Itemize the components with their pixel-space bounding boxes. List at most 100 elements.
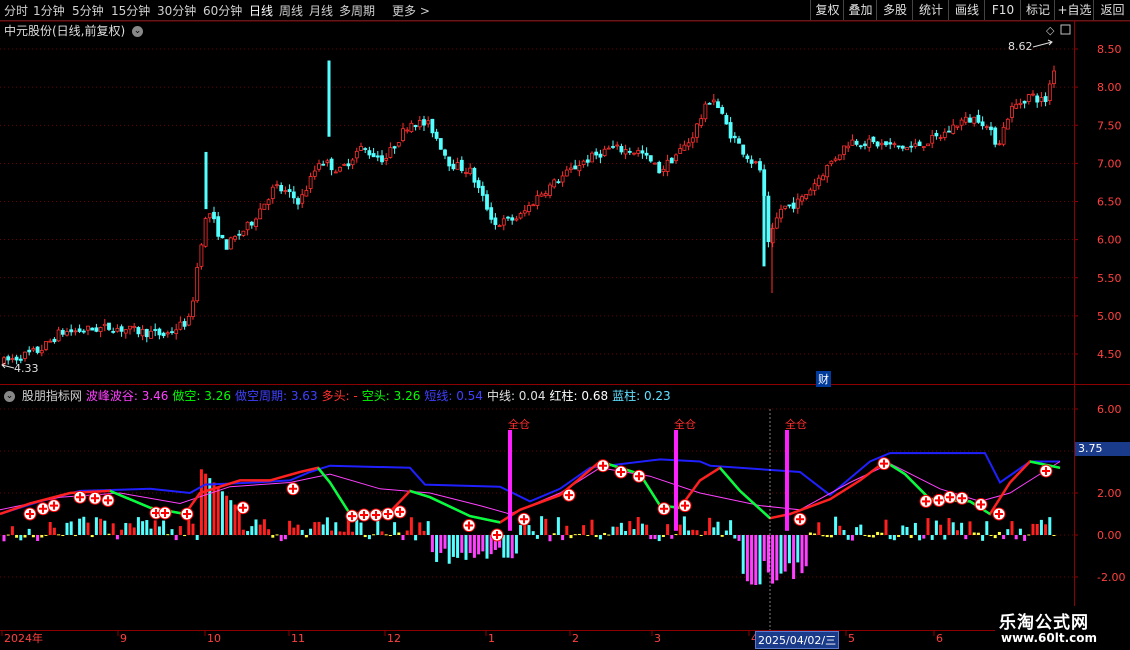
add-watchlist-button[interactable]: +自选 <box>1054 0 1094 20</box>
period-tab-60min[interactable]: 60分钟 <box>203 2 242 19</box>
histogram-bar <box>216 486 220 535</box>
candle-body <box>711 99 716 103</box>
back-button[interactable]: 返回 <box>1093 0 1130 20</box>
histogram-bar <box>506 535 510 558</box>
histogram-bar <box>703 531 707 535</box>
histogram-bar <box>317 521 321 535</box>
period-tab-multi[interactable]: 多周期 <box>339 2 375 19</box>
histogram-bar <box>422 530 426 535</box>
histogram-bar <box>460 535 464 553</box>
candle-body <box>522 210 527 214</box>
period-tab-30min[interactable]: 30分钟 <box>157 2 196 19</box>
histogram-bar <box>745 535 749 582</box>
candle-body <box>23 351 27 359</box>
histogram-bar <box>514 535 518 554</box>
histogram-bar <box>666 524 670 535</box>
histogram-bar <box>447 535 451 564</box>
candle-body <box>875 141 880 147</box>
histogram-bar <box>573 534 577 536</box>
candle-body <box>905 147 909 151</box>
fuquan-button[interactable]: 复权 <box>810 0 844 20</box>
histogram-bar <box>250 526 254 535</box>
histogram-bar <box>1039 519 1043 535</box>
period-tab-daily[interactable]: 日线 <box>249 2 273 19</box>
candle-body <box>728 122 733 139</box>
histogram-bar <box>888 535 892 540</box>
overlay-button[interactable]: 叠加 <box>843 0 877 20</box>
histogram-bar <box>1006 529 1010 535</box>
histogram-bar <box>90 535 94 538</box>
candle-body <box>354 150 359 159</box>
histogram-bar <box>199 469 203 535</box>
histogram-bar <box>510 535 514 559</box>
period-tab-fenshi[interactable]: 分时 <box>4 2 28 19</box>
candle-body <box>254 218 258 227</box>
histogram-bar <box>15 535 19 538</box>
histogram-bar <box>619 522 623 535</box>
histogram-bar <box>552 533 556 535</box>
candle-body <box>703 103 708 120</box>
indicator-axis-label: 2.00 <box>1097 487 1122 500</box>
histogram-bar <box>388 535 392 536</box>
candle-body <box>556 181 561 184</box>
candle-body <box>149 330 153 339</box>
f10-button[interactable]: F10 <box>984 0 1021 20</box>
period-tab-1min[interactable]: 1分钟 <box>33 2 65 19</box>
candle-body <box>745 155 750 160</box>
panel-toggle-icon <box>1060 24 1071 35</box>
candle-body <box>233 236 237 240</box>
histogram-bar <box>850 535 854 541</box>
candle-body <box>909 145 914 148</box>
chevron-down-icon[interactable]: ⌄ <box>4 391 15 402</box>
histogram-bar <box>653 535 657 540</box>
histogram-bar <box>792 535 796 580</box>
histogram-bar <box>367 535 371 540</box>
price-axis-label: 4.50 <box>1097 348 1122 361</box>
period-tab-monthly[interactable]: 月线 <box>309 2 333 19</box>
candle-body <box>779 208 783 219</box>
histogram-bar <box>1031 523 1035 535</box>
histogram-bar <box>372 534 376 536</box>
histogram-bar <box>922 535 926 539</box>
candle-body <box>535 195 540 206</box>
histogram-bar <box>225 495 229 535</box>
price-axis-label: 8.50 <box>1097 43 1122 56</box>
diamond-icon: ◇ <box>1046 24 1055 37</box>
candle-body <box>825 165 830 178</box>
candle-body <box>111 331 116 333</box>
period-tab-weekly[interactable]: 周线 <box>279 2 303 19</box>
candle-body <box>136 327 141 335</box>
candle-body <box>392 146 397 149</box>
candle-body <box>60 330 65 335</box>
candle-body <box>627 150 632 153</box>
histogram-bar <box>82 516 86 535</box>
histogram-bar <box>678 524 682 535</box>
statistics-button[interactable]: 统计 <box>912 0 949 20</box>
histogram-bar <box>44 534 48 536</box>
candle-body <box>510 217 515 221</box>
candle-body <box>1035 95 1040 103</box>
finance-marker[interactable]: 财 <box>816 371 831 387</box>
candle-body <box>90 327 95 331</box>
histogram-bar <box>540 516 544 535</box>
candle-body <box>35 346 40 353</box>
candle-body <box>86 325 90 331</box>
multi-stock-button[interactable]: 多股 <box>876 0 913 20</box>
candle-body <box>308 176 313 189</box>
period-tab-more[interactable]: 更多 > <box>392 2 430 19</box>
period-tab-5min[interactable]: 5分钟 <box>72 2 104 19</box>
histogram-bar <box>111 523 115 535</box>
candle-body <box>560 175 565 183</box>
histogram-bar <box>124 522 128 535</box>
kline-chart[interactable]: 8.50 8.00 7.50 7.00 6.50 6.00 5.50 5.00 4.50 8.62… <box>0 20 1130 650</box>
mark-button[interactable]: 标记 <box>1020 0 1055 20</box>
candle-body <box>371 153 376 158</box>
time-axis-label: 1 <box>488 632 495 645</box>
candle-body <box>266 199 271 205</box>
candle-body <box>585 159 590 163</box>
histogram-bar <box>771 535 775 584</box>
period-tab-15min[interactable]: 15分钟 <box>111 2 150 19</box>
draw-line-button[interactable]: 画线 <box>948 0 985 20</box>
histogram-bar <box>926 518 930 535</box>
histogram-bar <box>535 535 539 539</box>
